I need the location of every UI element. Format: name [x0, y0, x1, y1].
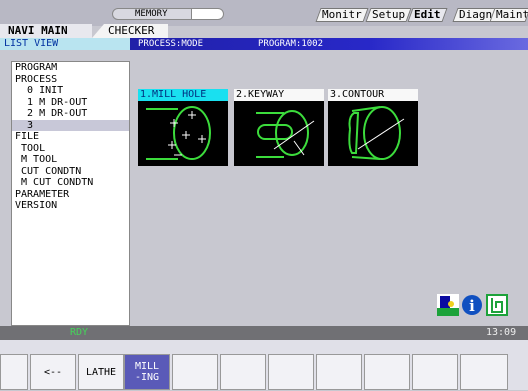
card-label: 3.CONTOUR	[328, 89, 418, 101]
tree-item[interactable]: M TOOL	[12, 154, 129, 166]
process-header: PROCESS:MODE PROGRAM:1002	[130, 38, 528, 50]
tree-item[interactable]: PARAMETER	[12, 189, 129, 201]
list-view-title: LIST VIEW	[0, 38, 130, 50]
softkey-5[interactable]	[220, 354, 266, 390]
tree-item[interactable]: M CUT CONDTN	[12, 177, 129, 189]
list-view-tree: PROGRAM PROCESS 0 INIT 1 M DR-OUT 2 M DR…	[11, 61, 130, 326]
tree-item[interactable]: FILE	[12, 131, 129, 143]
tree-item[interactable]: PROCESS	[12, 74, 129, 86]
tab-label: Edit	[414, 8, 441, 21]
tree-item[interactable]: CUT CONDTN	[12, 166, 129, 178]
tab-label: Diagn	[459, 8, 493, 21]
top-bar	[0, 0, 528, 26]
softkey-6[interactable]	[268, 354, 314, 390]
clock: 13:09	[486, 327, 517, 338]
tree-item[interactable]: TOOL	[12, 143, 129, 155]
softkey-milling[interactable]: MILL -ING	[124, 354, 170, 390]
process-card-keyway[interactable]: 2.KEYWAY	[234, 89, 324, 166]
softkey-9[interactable]	[412, 354, 458, 390]
card-label: 2.KEYWAY	[234, 89, 324, 101]
contour-icon	[328, 101, 418, 166]
process-mode-label: PROCESS:MODE	[138, 39, 204, 49]
tree-item[interactable]: 0 INIT	[12, 85, 129, 97]
exit-icon[interactable]	[486, 294, 508, 316]
tree-item-selected[interactable]: 3	[12, 119, 129, 131]
tab-mainte[interactable]: Mainte	[489, 8, 528, 22]
tab-edit[interactable]: Edit	[407, 8, 448, 22]
navi-main-tab[interactable]: NAVI MAIN	[0, 24, 92, 38]
card-label: 1.MILL HOLE	[138, 89, 228, 101]
checker-tab[interactable]: CHECKER	[92, 24, 168, 38]
tree-item[interactable]: PROGRAM	[12, 62, 129, 74]
info-icon[interactable]: i	[461, 294, 483, 316]
tab-label: Monitr	[322, 8, 362, 21]
softkey-back[interactable]: <--	[30, 354, 76, 390]
process-card-contour[interactable]: 3.CONTOUR	[328, 89, 418, 166]
softkey-10[interactable]	[460, 354, 508, 390]
memory-label: MEMORY	[135, 9, 168, 19]
softkey-lathe[interactable]: LATHE	[78, 354, 124, 390]
softkey-8[interactable]	[364, 354, 410, 390]
tool-icon[interactable]	[437, 294, 459, 316]
memory-indicator: MEMORY	[112, 8, 192, 20]
program-label: PROGRAM:1002	[258, 39, 324, 49]
softkey-4[interactable]	[172, 354, 218, 390]
softkey-7[interactable]	[316, 354, 362, 390]
mill-hole-icon	[138, 101, 228, 166]
tree-item[interactable]: 1 M DR-OUT	[12, 97, 129, 109]
tree-item[interactable]: 2 M DR-OUT	[12, 108, 129, 120]
svg-text:i: i	[469, 297, 475, 315]
tab-monitr[interactable]: Monitr	[315, 8, 369, 22]
tab-label: Mainte	[496, 8, 528, 21]
tree-item[interactable]: VERSION	[12, 200, 129, 212]
process-card-mill-hole[interactable]: 1.MILL HOLE	[138, 89, 228, 166]
tab-setup[interactable]: Setup	[365, 8, 412, 22]
tab-label: Setup	[372, 8, 406, 21]
keyway-icon	[234, 101, 324, 166]
softkey-0[interactable]	[0, 354, 28, 390]
ready-status: RDY	[70, 327, 89, 338]
